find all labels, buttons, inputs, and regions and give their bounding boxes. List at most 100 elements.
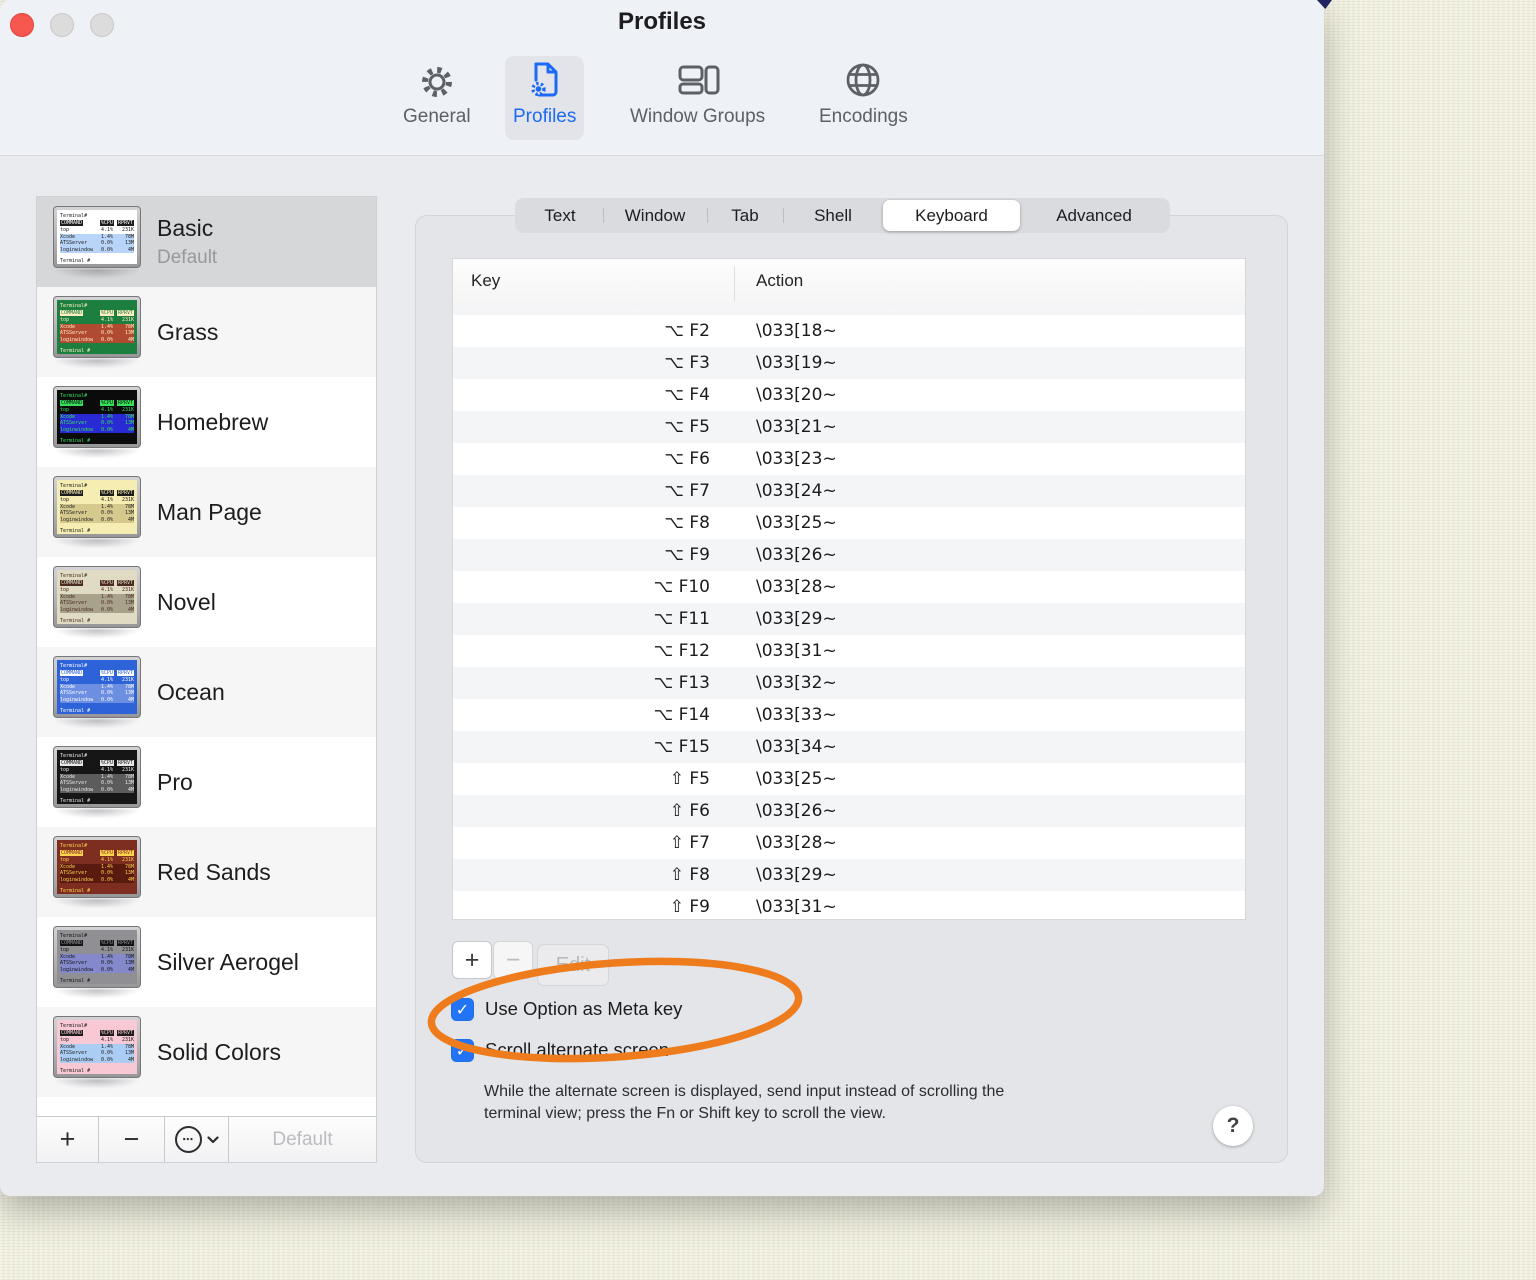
profile-thumbnail: Terminal# COMMAND %CPU RPRVT top 4.1% 231K… (53, 1016, 141, 1088)
key-mapping-row[interactable]: ⇧ F7 \033[28~ (453, 827, 1245, 859)
desktop: Profiles General Profiles Window Groups … (0, 0, 1536, 1280)
profile-document-icon (523, 56, 567, 104)
key-mapping-row[interactable]: ⇧ F9 \033[31~ (453, 891, 1245, 919)
tab-keyboard[interactable]: Keyboard (883, 200, 1020, 231)
toolbar-item-encodings[interactable]: Encodings (811, 56, 916, 140)
action-cell: \033[29~ (756, 865, 837, 885)
key-mapping-row[interactable]: ⇧ F5 \033[25~ (453, 763, 1245, 795)
key-mapping-row[interactable]: ⌥ F12 \033[31~ (453, 635, 1245, 667)
profile-thumbnail: Terminal# COMMAND %CPU RPRVT top 4.1% 231K… (53, 206, 141, 278)
action-cell: \033[28~ (756, 833, 837, 853)
more-options-button[interactable]: ⋯ (165, 1117, 229, 1162)
profile-list: Terminal# COMMAND %CPU RPRVT top 4.1% 231K… (37, 197, 376, 1097)
action-cell: \033[21~ (756, 417, 837, 437)
thumbnail-reflection (55, 629, 139, 638)
checkbox-label: Use Option as Meta key (485, 998, 683, 1019)
toolbar-item-profiles[interactable]: Profiles (505, 56, 585, 140)
profile-item-basic[interactable]: Terminal# COMMAND %CPU RPRVT top 4.1% 231K… (37, 197, 376, 287)
profile-item-homebrew[interactable]: Terminal# COMMAND %CPU RPRVT top 4.1% 231K… (37, 377, 376, 467)
scroll-alternate-screen-checkbox[interactable] (451, 1038, 474, 1062)
action-cell: \033[25~ (756, 513, 837, 533)
key-mapping-row[interactable]: ⌥ F3 \033[19~ (453, 347, 1245, 379)
action-cell: \033[25~ (756, 769, 837, 789)
terminal-preview: Terminal# COMMAND %CPU RPRVT top 4.1% 231K… (57, 1020, 137, 1074)
action-cell: \033[33~ (756, 705, 837, 725)
profile-item-man-page[interactable]: Terminal# COMMAND %CPU RPRVT top 4.1% 231K… (37, 467, 376, 557)
terminal-preview: Terminal# COMMAND %CPU RPRVT top 4.1% 231K… (57, 300, 137, 354)
remove-profile-button[interactable]: − (99, 1117, 165, 1162)
terminal-preview: Terminal# COMMAND %CPU RPRVT top 4.1% 231K… (57, 930, 137, 984)
tab-tab[interactable]: Tab (707, 200, 784, 231)
help-button[interactable]: ? (1213, 1106, 1253, 1146)
globe-icon (841, 56, 885, 104)
scroll-alternate-screen-row: Scroll alternate screen (451, 1038, 669, 1062)
key-cell: ⇧ F5 (669, 769, 710, 789)
key-mapping-row[interactable]: ⌥ F7 \033[24~ (453, 475, 1245, 507)
checkbox-label: Scroll alternate screen (485, 1039, 670, 1060)
tab-shell[interactable]: Shell (783, 200, 883, 231)
key-mapping-row[interactable]: ⌥ F11 \033[29~ (453, 603, 1245, 635)
thumbnail-reflection (55, 359, 139, 368)
profile-item-solid-colors[interactable]: Terminal# COMMAND %CPU RPRVT top 4.1% 231K… (37, 1007, 376, 1097)
profile-item-ocean[interactable]: Terminal# COMMAND %CPU RPRVT top 4.1% 231K… (37, 647, 376, 737)
key-mapping-row[interactable]: ⇧ F6 \033[26~ (453, 795, 1245, 827)
default-button[interactable]: Default (229, 1117, 376, 1162)
action-cell: \033[28~ (756, 577, 837, 597)
thumbnail-reflection (55, 899, 139, 908)
terminal-preview: Terminal# COMMAND %CPU RPRVT top 4.1% 231K… (57, 390, 137, 444)
profiles-sidebar: Terminal# COMMAND %CPU RPRVT top 4.1% 231K… (36, 196, 377, 1163)
profile-item-silver-aerogel[interactable]: Terminal# COMMAND %CPU RPRVT top 4.1% 231K… (37, 917, 376, 1007)
action-cell: \033[31~ (756, 897, 837, 917)
toolbar-label: Encodings (819, 106, 908, 127)
key-cell: ⌥ F8 (664, 513, 710, 533)
remove-key-button[interactable]: − (493, 941, 533, 979)
key-mapping-row[interactable]: ⌥ F6 \033[23~ (453, 443, 1245, 475)
profile-thumbnail: Terminal# COMMAND %CPU RPRVT top 4.1% 231K… (53, 386, 141, 458)
key-mapping-row[interactable]: ⌥ F9 \033[26~ (453, 539, 1245, 571)
profile-name: Pro (157, 768, 193, 795)
key-mapping-row[interactable]: ⌥ F13 \033[32~ (453, 667, 1245, 699)
tab-window[interactable]: Window (603, 200, 708, 231)
edit-key-button[interactable]: Edit (537, 944, 609, 986)
profile-item-novel[interactable]: Terminal# COMMAND %CPU RPRVT top 4.1% 231K… (37, 557, 376, 647)
use-option-as-meta-checkbox[interactable] (451, 997, 474, 1021)
profile-name: Basic (157, 215, 214, 241)
key-mapping-row[interactable]: ⌥ F15 \033[34~ (453, 731, 1245, 763)
key-cell: ⌥ F12 (653, 641, 710, 661)
profile-item-grass[interactable]: Terminal# COMMAND %CPU RPRVT top 4.1% 231K… (37, 287, 376, 377)
add-key-button[interactable]: + (452, 941, 492, 979)
action-cell: \033[20~ (756, 385, 837, 405)
add-profile-button[interactable]: + (37, 1117, 99, 1162)
key-mapping-table: Key Action ⌥ F2 \033[18~ ⌥ F3 \033[19~ ⌥… (452, 258, 1246, 920)
key-mapping-row[interactable]: ⌥ F14 \033[33~ (453, 699, 1245, 731)
action-cell: \033[24~ (756, 481, 837, 501)
terminal-preview: Terminal# COMMAND %CPU RPRVT top 4.1% 231K… (57, 210, 137, 264)
key-cell: ⇧ F8 (669, 865, 710, 885)
gear-icon (415, 56, 459, 104)
key-mapping-row[interactable]: ⇧ F8 \033[29~ (453, 859, 1245, 891)
key-mapping-row[interactable]: ⌥ F8 \033[25~ (453, 507, 1245, 539)
key-mapping-row[interactable]: ⌥ F10 \033[28~ (453, 571, 1245, 603)
key-mapping-row[interactable]: ⌥ F5 \033[21~ (453, 411, 1245, 443)
profile-thumbnail: Terminal# COMMAND %CPU RPRVT top 4.1% 231K… (53, 296, 141, 368)
profile-item-pro[interactable]: Terminal# COMMAND %CPU RPRVT top 4.1% 231K… (37, 737, 376, 827)
tab-text[interactable]: Text (517, 200, 604, 231)
profile-default-badge: Default (157, 247, 218, 268)
action-cell: \033[31~ (756, 641, 837, 661)
profile-thumbnail: Terminal# COMMAND %CPU RPRVT top 4.1% 231K… (53, 476, 141, 548)
toolbar-item-window-groups[interactable]: Window Groups (622, 56, 773, 140)
terminal-preview: Terminal# COMMAND %CPU RPRVT top 4.1% 231K… (57, 840, 137, 894)
thumbnail-reflection (55, 1079, 139, 1088)
tab-advanced[interactable]: Advanced (1020, 200, 1168, 231)
profile-item-red-sands[interactable]: Terminal# COMMAND %CPU RPRVT top 4.1% 231K… (37, 827, 376, 917)
thumbnail-reflection (55, 809, 139, 818)
ellipsis-circle-icon: ⋯ (174, 1126, 202, 1153)
profile-name: Homebrew (157, 408, 269, 435)
profile-thumbnail: Terminal# COMMAND %CPU RPRVT top 4.1% 231K… (53, 836, 141, 908)
terminal-preferences-window: Profiles General Profiles Window Groups … (0, 0, 1324, 1196)
key-mapping-row[interactable]: ⌥ F4 \033[20~ (453, 379, 1245, 411)
toolbar-item-general[interactable]: General (395, 56, 479, 140)
key-mapping-row[interactable]: ⌥ F2 \033[18~ (453, 315, 1245, 347)
action-cell: \033[26~ (756, 545, 837, 565)
column-divider[interactable] (734, 266, 735, 301)
